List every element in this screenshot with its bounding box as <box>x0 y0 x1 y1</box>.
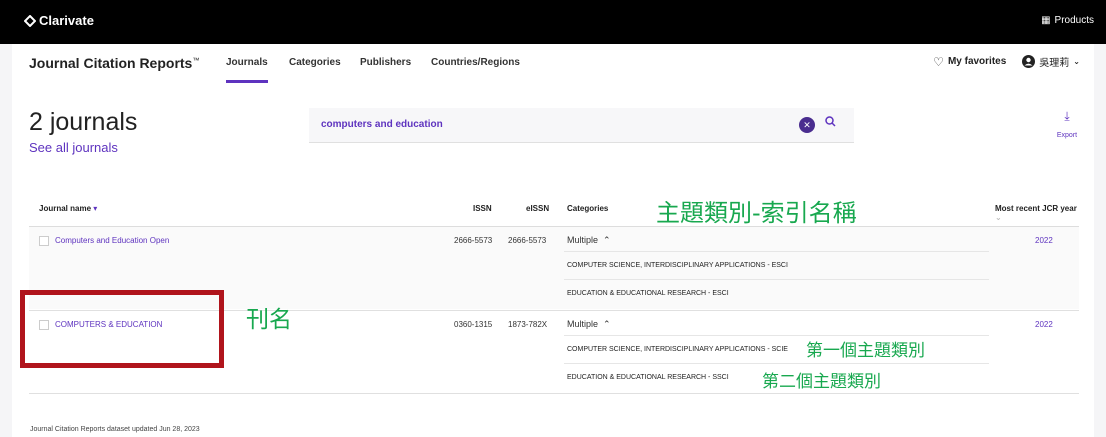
category-divider <box>564 363 989 364</box>
jcr-year-link[interactable]: 2022 <box>1035 320 1053 329</box>
results-panel: 2 journals See all journals computers an… <box>12 104 1094 437</box>
eissn-value: 2666-5573 <box>508 236 547 245</box>
annotation-first-category: 第一個主題類別 <box>806 341 925 361</box>
download-icon: ⤓ <box>1064 109 1070 123</box>
annotation-categories-index: 主題類別-索引名稱 <box>656 199 857 227</box>
tab-countries-regions[interactable]: Countries/Regions <box>431 53 520 72</box>
heart-icon: ♡ <box>933 54 944 69</box>
see-all-journals-link[interactable]: See all journals <box>29 140 118 155</box>
chevron-up-icon: ⌃ <box>603 319 611 329</box>
user-menu[interactable]: 吳理莉 ⌄ <box>1022 54 1080 69</box>
user-name: 吳理莉 <box>1039 58 1070 69</box>
tab-categories[interactable]: Categories <box>289 53 341 72</box>
journal-name-highlight-box <box>20 290 224 368</box>
user-avatar-icon <box>1022 55 1036 68</box>
products-button[interactable]: ▦ Products <box>1041 15 1094 26</box>
search-icon[interactable] <box>825 116 836 130</box>
row-checkbox[interactable] <box>39 236 49 246</box>
clarivate-icon <box>24 14 36 27</box>
issn-value: 2666-5573 <box>454 236 493 245</box>
chevron-up-icon: ⌃ <box>603 235 611 245</box>
category-item: COMPUTER SCIENCE, INTERDISCIPLINARY APPL… <box>567 346 788 353</box>
issn-value: 0360-1315 <box>454 320 493 329</box>
app-title[interactable]: Journal Citation Reports™ <box>29 55 199 71</box>
header-issn: ISSN <box>473 204 492 213</box>
row-divider <box>29 393 1079 394</box>
top-bar: Clarivate ▦ Products <box>0 0 1106 44</box>
favorites-label: My favorites <box>947 56 1007 67</box>
tab-journals[interactable]: Journals <box>226 53 268 83</box>
sort-icon: ⌄ <box>995 213 1002 222</box>
eissn-value: 1873-782X <box>508 320 548 329</box>
header-journal-name[interactable]: Journal name ▾ <box>39 204 97 213</box>
jcr-year-link[interactable]: 2022 <box>1035 236 1053 245</box>
clear-search-icon[interactable]: ✕ <box>799 117 815 133</box>
category-divider <box>564 335 989 336</box>
dataset-updated-note: Journal Citation Reports dataset updated… <box>30 426 200 433</box>
category-item: COMPUTER SCIENCE, INTERDISCIPLINARY APPL… <box>567 262 788 269</box>
annotation-journal-title: 刊名 <box>246 307 292 333</box>
header-jcr-year[interactable]: Most recent JCR year ⌄ <box>995 204 1079 222</box>
search-box[interactable]: computers and education ✕ <box>309 108 854 143</box>
brand-name: Clarivate <box>39 13 94 28</box>
grid-icon: ▦ <box>1041 15 1051 26</box>
search-input[interactable]: computers and education <box>321 119 443 130</box>
result-count: 2 journals <box>29 108 138 136</box>
products-label: Products <box>1054 15 1094 26</box>
tab-publishers[interactable]: Publishers <box>360 53 411 72</box>
category-divider <box>564 251 989 252</box>
categories-toggle[interactable]: Multiple ⌃ <box>567 235 611 246</box>
category-item: EDUCATION & EDUCATIONAL RESEARCH - SSCI <box>567 374 729 381</box>
journal-name-link[interactable]: Computers and Education Open <box>55 236 169 245</box>
export-button[interactable]: ⤓ Export <box>1047 109 1087 142</box>
sort-down-icon: ▾ <box>93 204 98 213</box>
chevron-down-icon: ⌄ <box>1073 57 1080 66</box>
header-eissn: eISSN <box>526 204 550 213</box>
main-nav: Journal Citation Reports™ Journals Categ… <box>12 44 1094 104</box>
clarivate-logo[interactable]: Clarivate <box>24 13 94 28</box>
trademark: ™ <box>192 57 200 65</box>
header-categories: Categories <box>567 204 609 213</box>
annotation-second-category: 第二個主題類別 <box>762 372 881 392</box>
export-label: Export <box>1056 132 1078 139</box>
favorites-link[interactable]: ♡ My favorites <box>933 55 1006 69</box>
category-divider <box>564 279 989 280</box>
nav-right: ♡ My favorites 吳理莉 ⌄ <box>933 54 1080 70</box>
category-item: EDUCATION & EDUCATIONAL RESEARCH - ESCI <box>567 290 729 297</box>
categories-toggle[interactable]: Multiple ⌃ <box>567 319 611 330</box>
